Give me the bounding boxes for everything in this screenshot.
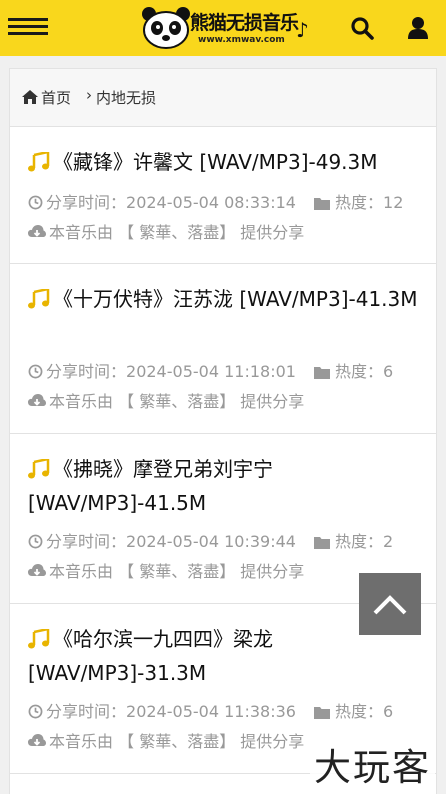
folder-icon (314, 537, 330, 549)
cloud-download-icon (28, 225, 46, 237)
breadcrumb: 首页 › 内地无损 (10, 69, 436, 127)
share-time-value: 2024-05-04 10:39:44 (126, 532, 296, 551)
music-note-icon (28, 152, 50, 172)
heat-label: 热度： (335, 532, 384, 551)
watermark-logo: 大玩客 (310, 745, 435, 791)
item-title-text: 《十万伏特》汪苏泷 [WAV/MP3]-41.3M (53, 287, 418, 311)
share-time-label: 分享时间： (46, 362, 127, 381)
sharer-name: 【 繁華、落盡】 (118, 732, 236, 751)
heat-count: 热度：6 (314, 698, 393, 722)
home-icon (22, 90, 38, 104)
share-credit: 本音乐由 【 繁華、落盡】 提供分享 (28, 728, 304, 752)
heat-value: 6 (383, 702, 394, 721)
share-prefix: 本音乐由 (49, 392, 114, 411)
folder-icon (314, 707, 330, 719)
heat-count: 热度：12 (314, 189, 403, 213)
chevron-right-icon: › (86, 86, 92, 104)
heat-count: 热度：6 (314, 358, 393, 382)
share-time: 分享时间：2024-05-04 10:39:44 (28, 528, 296, 552)
share-time-label: 分享时间： (46, 532, 127, 551)
back-to-top-button[interactable] (359, 573, 421, 635)
item-title-text: 《藏锋》许馨文 [WAV/MP3]-49.3M (53, 150, 378, 174)
cloud-download-icon (28, 394, 46, 406)
clock-icon (28, 364, 43, 379)
top-header: 熊猫无损音乐 www.xmwav.com ♪ (0, 0, 446, 56)
heat-count: 热度：2 (314, 528, 393, 552)
share-prefix: 本音乐由 (49, 562, 114, 581)
heat-label: 热度： (335, 362, 384, 381)
folder-icon (314, 198, 330, 210)
share-time: 分享时间：2024-05-04 08:33:14 (28, 189, 296, 213)
sharer-name: 【 繁華、落盡】 (118, 562, 236, 581)
sharer-name: 【 繁華、落盡】 (118, 223, 236, 242)
share-suffix: 提供分享 (240, 732, 305, 751)
article-list-panel: 首页 › 内地无损 《藏锋》许馨文 [WAV/MP3]-49.3M 分享时间：2… (9, 68, 437, 794)
heat-value: 6 (383, 362, 394, 381)
heat-label: 热度： (335, 193, 384, 212)
share-time-label: 分享时间： (46, 702, 127, 721)
item-title-link[interactable]: 《十万伏特》汪苏泷 [WAV/MP3]-41.3M (28, 282, 420, 316)
heat-value: 12 (383, 193, 404, 212)
share-suffix: 提供分享 (240, 392, 305, 411)
share-time: 分享时间：2024-05-04 11:38:36 (28, 698, 296, 722)
share-time-label: 分享时间： (46, 193, 127, 212)
share-time-value: 2024-05-04 11:18:01 (126, 362, 296, 381)
logo-url: www.xmwav.com (198, 35, 285, 45)
list-item: 《藏锋》许馨文 [WAV/MP3]-49.3M 分享时间：2024-05-04 … (10, 127, 436, 264)
chevron-up-icon (373, 595, 407, 615)
user-icon[interactable] (407, 16, 429, 40)
share-suffix: 提供分享 (240, 562, 305, 581)
share-time-value: 2024-05-04 08:33:14 (126, 193, 296, 212)
music-note-icon (28, 629, 50, 649)
share-prefix: 本音乐由 (49, 732, 114, 751)
share-credit: 本音乐由 【 繁華、落盡】 提供分享 (28, 219, 304, 243)
clock-icon (28, 195, 43, 210)
share-credit: 本音乐由 【 繁華、落盡】 提供分享 (28, 388, 304, 412)
share-time-value: 2024-05-04 11:38:36 (126, 702, 296, 721)
item-title-link[interactable]: 《藏锋》许馨文 [WAV/MP3]-49.3M (28, 145, 420, 179)
heat-label: 热度： (335, 702, 384, 721)
site-logo[interactable]: 熊猫无损音乐 www.xmwav.com ♪ (140, 6, 310, 50)
clock-icon (28, 534, 43, 549)
share-prefix: 本音乐由 (49, 223, 114, 242)
panda-logo-icon (142, 7, 190, 49)
folder-icon (314, 367, 330, 379)
logo-title: 熊猫无损音乐 (190, 12, 299, 34)
cloud-download-icon (28, 734, 46, 746)
heat-value: 2 (383, 532, 394, 551)
share-time: 分享时间：2024-05-04 11:18:01 (28, 358, 296, 382)
breadcrumb-current: 内地无损 (96, 89, 157, 107)
share-suffix: 提供分享 (240, 223, 305, 242)
clock-icon (28, 704, 43, 719)
music-note-icon (28, 459, 50, 479)
breadcrumb-home-link[interactable]: 首页 (41, 87, 71, 108)
music-note-icon (28, 289, 50, 309)
list-item: 《十万伏特》汪苏泷 [WAV/MP3]-41.3M 分享时间：2024-05-0… (10, 264, 436, 434)
item-title-link[interactable]: 《拂晓》摩登兄弟刘宇宁 [WAV/MP3]-41.5M (28, 452, 420, 520)
search-icon[interactable] (350, 16, 374, 40)
hamburger-menu-icon[interactable] (8, 18, 48, 38)
item-title-text: 《哈尔滨一九四四》梁龙 [WAV/MP3]-31.3M (28, 627, 273, 685)
sharer-name: 【 繁華、落盡】 (118, 392, 236, 411)
cloud-download-icon (28, 564, 46, 576)
music-note-icon: ♪ (296, 18, 309, 42)
share-credit: 本音乐由 【 繁華、落盡】 提供分享 (28, 558, 304, 582)
item-title-text: 《拂晓》摩登兄弟刘宇宁 [WAV/MP3]-41.5M (28, 457, 273, 515)
